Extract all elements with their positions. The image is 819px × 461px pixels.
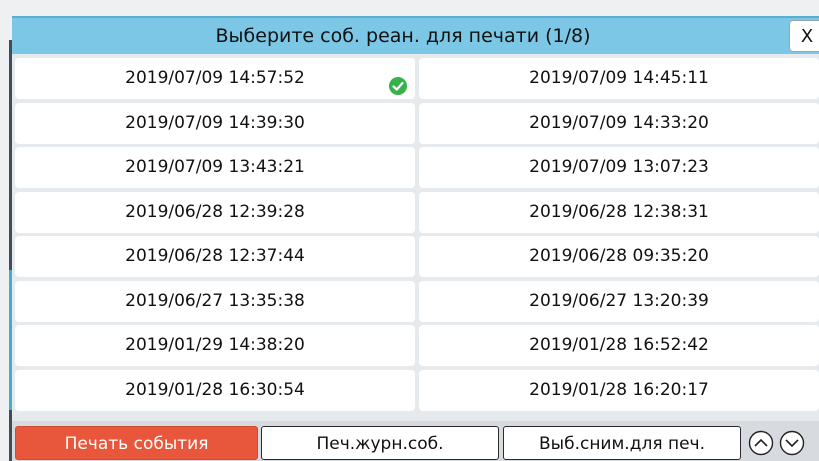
event-item[interactable]: 2019/01/28 16:52:42	[419, 325, 819, 366]
event-time: 2019/07/09 14:39:30	[125, 112, 305, 133]
event-item[interactable]: 2019/06/27 13:35:38	[15, 280, 415, 322]
event-time: 2019/07/09 13:07:23	[529, 157, 709, 177]
event-time: 2019/07/09 14:45:11	[529, 68, 709, 88]
event-item[interactable]: 2019/07/09 14:57:52	[15, 58, 415, 99]
event-time: 2019/06/27 13:20:39	[529, 290, 709, 311]
event-time: 2019/06/27 13:35:38	[125, 290, 305, 311]
event-time: 2019/01/28 16:52:42	[529, 335, 709, 355]
event-item[interactable]: 2019/07/09 14:39:30	[15, 102, 415, 144]
dialog-title: Выберите соб. реан. для печати (1/8)	[215, 25, 591, 47]
event-time: 2019/07/09 14:57:52	[125, 68, 305, 88]
chevron-down-circle-icon[interactable]	[779, 430, 805, 456]
event-time: 2019/07/09 13:43:21	[125, 157, 305, 177]
event-time: 2019/01/29 14:38:20	[125, 335, 305, 355]
event-time: 2019/01/28 16:30:54	[125, 379, 305, 400]
close-button[interactable]: X	[789, 20, 819, 52]
dialog-footer: Печать события Печ.журн.соб. Выб.сним.дл…	[12, 421, 819, 461]
event-time: 2019/06/28 12:37:44	[125, 246, 305, 266]
event-item[interactable]: 2019/06/28 09:35:20	[419, 236, 819, 277]
print-log-button[interactable]: Печ.журн.соб.	[261, 426, 499, 460]
chevron-up-circle-icon[interactable]	[748, 430, 774, 456]
event-item[interactable]: 2019/07/09 14:33:20	[419, 102, 819, 144]
check-circle-icon	[389, 70, 407, 95]
event-item[interactable]: 2019/06/27 13:20:39	[419, 280, 819, 322]
event-time: 2019/01/28 16:20:17	[529, 379, 709, 400]
event-item[interactable]: 2019/07/09 14:45:11	[419, 58, 819, 99]
event-item[interactable]: 2019/07/09 13:07:23	[419, 147, 819, 188]
event-item[interactable]: 2019/01/28 16:30:54	[15, 369, 415, 411]
event-time: 2019/07/09 14:33:20	[529, 112, 709, 133]
event-item[interactable]: 2019/06/28 12:37:44	[15, 236, 415, 277]
event-item[interactable]: 2019/06/28 12:39:28	[15, 191, 415, 233]
event-item[interactable]: 2019/01/29 14:38:20	[15, 325, 415, 366]
print-event-button[interactable]: Печать события	[15, 426, 258, 460]
dialog-titlebar: Выберите соб. реан. для печати (1/8) X	[12, 16, 819, 54]
event-time: 2019/06/28 09:35:20	[529, 246, 709, 266]
event-time: 2019/06/28 12:38:31	[529, 201, 709, 222]
print-event-dialog: Выберите соб. реан. для печати (1/8) X 2…	[12, 16, 819, 461]
select-snapshot-button[interactable]: Выб.сним.для печ.	[503, 426, 741, 460]
event-time: 2019/06/28 12:39:28	[125, 201, 305, 222]
event-item[interactable]: 2019/01/28 16:20:17	[419, 369, 819, 411]
event-item[interactable]: 2019/06/28 12:38:31	[419, 191, 819, 233]
event-item[interactable]: 2019/07/09 13:43:21	[15, 147, 415, 188]
